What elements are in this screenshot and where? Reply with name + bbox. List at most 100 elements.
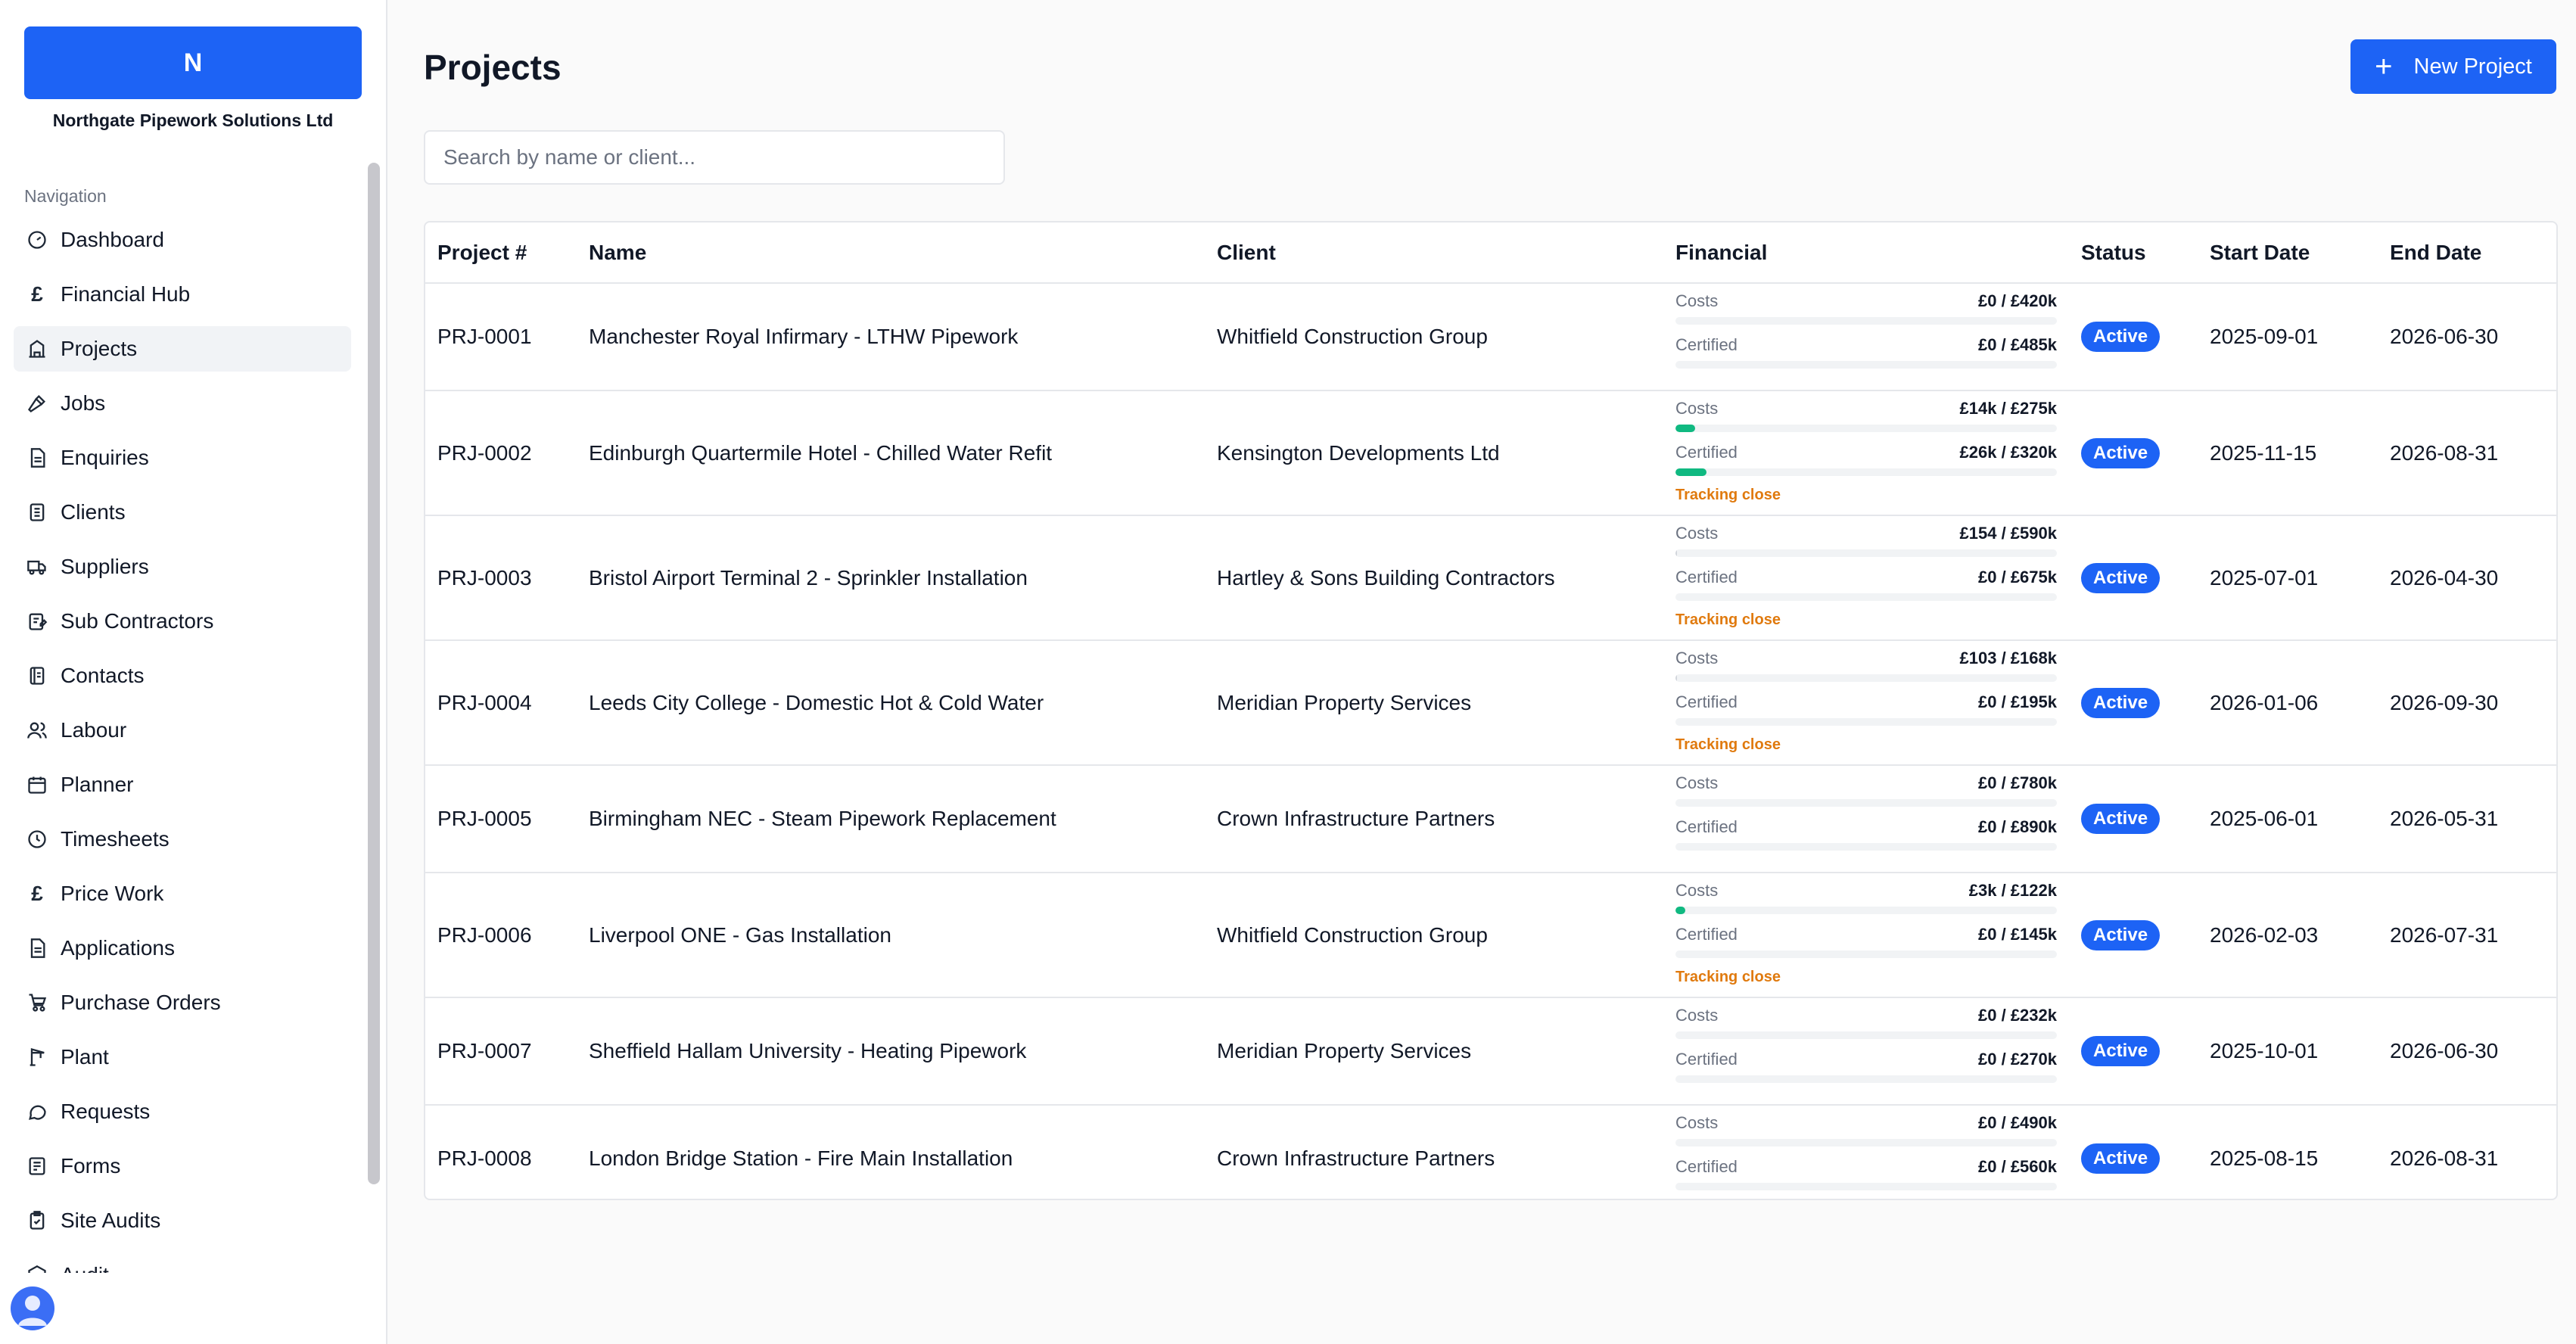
- table-row[interactable]: PRJ-0004 Leeds City College - Domestic Ho…: [425, 640, 2556, 766]
- truck-icon: [26, 555, 48, 578]
- table-row[interactable]: PRJ-0006 Liverpool ONE - Gas Installation…: [425, 873, 2556, 998]
- end-date-cell: 2026-07-31: [2378, 873, 2556, 998]
- tracking-warning: Tracking close: [1675, 611, 1781, 628]
- sidebar-item-label: Sub Contractors: [61, 609, 214, 633]
- status-badge: Active: [2081, 437, 2161, 468]
- table-row[interactable]: PRJ-0005 Birmingham NEC - Steam Pipework …: [425, 765, 2556, 873]
- column-header-start-date[interactable]: Start Date: [2198, 222, 2378, 284]
- sidebar-item-enquiries[interactable]: Enquiries: [14, 435, 351, 481]
- project-name-cell[interactable]: Birmingham NEC - Steam Pipework Replacem…: [577, 765, 1205, 873]
- client-cell: Hartley & Sons Building Contractors: [1205, 515, 1663, 641]
- sidebar-item-forms[interactable]: Forms: [14, 1143, 351, 1189]
- sidebar-item-financial-hub[interactable]: £ Financial Hub: [14, 272, 351, 317]
- cube-icon: [26, 1264, 48, 1273]
- sidebar-item-timesheets[interactable]: Timesheets: [14, 817, 351, 862]
- status-cell: Active: [2069, 390, 2198, 516]
- certified-progress-bar: [1675, 468, 2057, 476]
- costs-value: £3k / £122k: [1968, 881, 2057, 900]
- pound-icon: £: [31, 882, 43, 905]
- project-name-cell[interactable]: Sheffield Hallam University - Heating Pi…: [577, 997, 1205, 1106]
- table-row[interactable]: PRJ-0007 Sheffield Hallam University - He…: [425, 997, 2556, 1106]
- sidebar-item-label: Labour: [61, 718, 127, 742]
- certified-label: Certified: [1675, 925, 1738, 944]
- tracking-warning: Tracking close: [1675, 487, 1781, 503]
- sidebar-scrollbar[interactable]: [368, 163, 380, 1184]
- project-name-cell[interactable]: London Bridge Station - Fire Main Instal…: [577, 1105, 1205, 1199]
- certified-value: £0 / £485k: [1978, 335, 2057, 354]
- project-name-cell[interactable]: Liverpool ONE - Gas Installation: [577, 873, 1205, 998]
- certified-progress-bar: [1675, 593, 2057, 601]
- sidebar-item-site-audits[interactable]: Site Audits: [14, 1198, 351, 1243]
- project-name-cell[interactable]: Leeds City College - Domestic Hot & Cold…: [577, 640, 1205, 766]
- org-switcher-button[interactable]: N: [24, 26, 362, 99]
- certified-value: £0 / £675k: [1978, 568, 2057, 586]
- column-header-end-date[interactable]: End Date: [2378, 222, 2556, 284]
- user-avatar[interactable]: [11, 1286, 54, 1330]
- sidebar-item-applications[interactable]: Applications: [14, 926, 351, 971]
- clipboard-check-icon: [26, 1209, 48, 1232]
- sidebar-item-requests[interactable]: Requests: [14, 1089, 351, 1134]
- end-date-cell: 2026-06-30: [2378, 997, 2556, 1106]
- sidebar-item-label: Price Work: [61, 882, 164, 905]
- client-cell: Whitfield Construction Group: [1205, 873, 1663, 998]
- end-date-cell: 2026-04-30: [2378, 515, 2556, 641]
- table-row[interactable]: PRJ-0003 Bristol Airport Terminal 2 - Spr…: [425, 515, 2556, 641]
- sidebar-item-label: Audit: [61, 1263, 109, 1273]
- search-input[interactable]: [424, 130, 1005, 185]
- sidebar-item-sub-contractors[interactable]: Sub Contractors: [14, 599, 351, 644]
- sidebar-item-suppliers[interactable]: Suppliers: [14, 544, 351, 590]
- sidebar-item-jobs[interactable]: Jobs: [14, 381, 351, 426]
- costs-progress-fill: [1675, 549, 1677, 557]
- financial-cell: Costs £0 / £780k Certified £0 / £890k: [1663, 765, 2069, 873]
- chat-bubble-icon: [26, 1100, 48, 1123]
- status-cell: Active: [2069, 765, 2198, 873]
- project-number-cell: PRJ-0001: [425, 283, 577, 391]
- certified-label: Certified: [1675, 692, 1738, 711]
- clipboard-edit-icon: [26, 610, 48, 633]
- status-badge: Active: [2081, 562, 2161, 593]
- project-name-cell[interactable]: Manchester Royal Infirmary - LTHW Pipewo…: [577, 283, 1205, 391]
- table-row[interactable]: PRJ-0001 Manchester Royal Infirmary - LTH…: [425, 283, 2556, 391]
- start-date-cell: 2025-10-01: [2198, 997, 2378, 1106]
- financial-cell: Costs £154 / £590k Certified £0 / £675k Trac…: [1663, 515, 2069, 641]
- costs-value: £154 / £590k: [1959, 524, 2057, 543]
- table-row[interactable]: PRJ-0008 London Bridge Station - Fire Mai…: [425, 1105, 2556, 1199]
- costs-label: Costs: [1675, 773, 1719, 792]
- sidebar-item-label: Requests: [61, 1100, 151, 1123]
- sidebar-item-audit[interactable]: Audit: [14, 1252, 351, 1273]
- column-header-name[interactable]: Name: [577, 222, 1205, 284]
- sidebar-item-label: Dashboard: [61, 228, 164, 251]
- sidebar-item-plant[interactable]: Plant: [14, 1034, 351, 1080]
- certified-value: £0 / £890k: [1978, 817, 2057, 836]
- sidebar-item-purchase-orders[interactable]: Purchase Orders: [14, 980, 351, 1025]
- sidebar-item-labour[interactable]: Labour: [14, 708, 351, 753]
- costs-label: Costs: [1675, 649, 1719, 667]
- status-badge: Active: [2081, 919, 2161, 950]
- sidebar-item-clients[interactable]: Clients: [14, 490, 351, 535]
- sidebar-item-planner[interactable]: Planner: [14, 762, 351, 807]
- status-cell: Active: [2069, 873, 2198, 998]
- sidebar-item-contacts[interactable]: Contacts: [14, 653, 351, 698]
- sidebar-item-dashboard[interactable]: Dashboard: [14, 217, 351, 263]
- project-name-cell[interactable]: Bristol Airport Terminal 2 - Sprinkler I…: [577, 515, 1205, 641]
- column-header-financial[interactable]: Financial: [1663, 222, 2069, 284]
- new-project-button[interactable]: + New Project: [2350, 39, 2556, 94]
- sidebar-item-label: Enquiries: [61, 446, 149, 469]
- status-cell: Active: [2069, 640, 2198, 766]
- certified-progress-bar: [1675, 843, 2057, 851]
- table-row[interactable]: PRJ-0002 Edinburgh Quartermile Hotel - Ch…: [425, 390, 2556, 516]
- project-name-cell[interactable]: Edinburgh Quartermile Hotel - Chilled Wa…: [577, 390, 1205, 516]
- client-cell: Meridian Property Services: [1205, 640, 1663, 766]
- costs-label: Costs: [1675, 524, 1719, 543]
- end-date-cell: 2026-08-31: [2390, 1146, 2499, 1170]
- costs-progress-bar: [1675, 425, 2057, 432]
- certified-label: Certified: [1675, 443, 1738, 462]
- costs-progress-bar: [1675, 799, 2057, 807]
- sidebar-item-projects[interactable]: Projects: [14, 326, 351, 372]
- column-header-client[interactable]: Client: [1205, 222, 1663, 284]
- sidebar-item-price-work[interactable]: £ Price Work: [14, 871, 351, 916]
- column-header-status[interactable]: Status: [2069, 222, 2198, 284]
- financial-cell: Costs £0 / £420k Certified £0 / £485k: [1663, 283, 2069, 391]
- column-header-project-number[interactable]: Project #: [425, 222, 577, 284]
- certified-value: £0 / £195k: [1978, 692, 2057, 711]
